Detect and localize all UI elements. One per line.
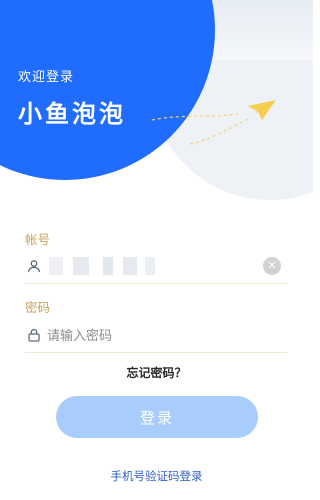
forgot-password-link[interactable]: 忘记密码？ (0, 364, 313, 381)
user-icon (27, 260, 41, 273)
password-input[interactable] (45, 325, 249, 347)
paper-plane-icon (151, 100, 276, 145)
login-screen: 欢迎登录 小鱼泡泡 帐号 ✕ 密码 忘记密码？ 登录 手机号验证码登录 (0, 0, 313, 500)
sms-login-link[interactable]: 手机号验证码登录 (0, 468, 313, 484)
password-label: 密码 (25, 300, 51, 315)
password-field[interactable] (25, 320, 287, 353)
app-title: 小鱼泡泡 (18, 100, 126, 128)
account-field[interactable]: ✕ (25, 251, 287, 284)
background-shape-top (200, 0, 313, 60)
clear-icon[interactable]: ✕ (263, 257, 281, 275)
account-label: 帐号 (25, 232, 51, 247)
lock-icon (28, 328, 40, 342)
login-button[interactable]: 登录 (56, 396, 258, 438)
welcome-text: 欢迎登录 (18, 70, 75, 85)
account-value[interactable] (49, 257, 159, 275)
